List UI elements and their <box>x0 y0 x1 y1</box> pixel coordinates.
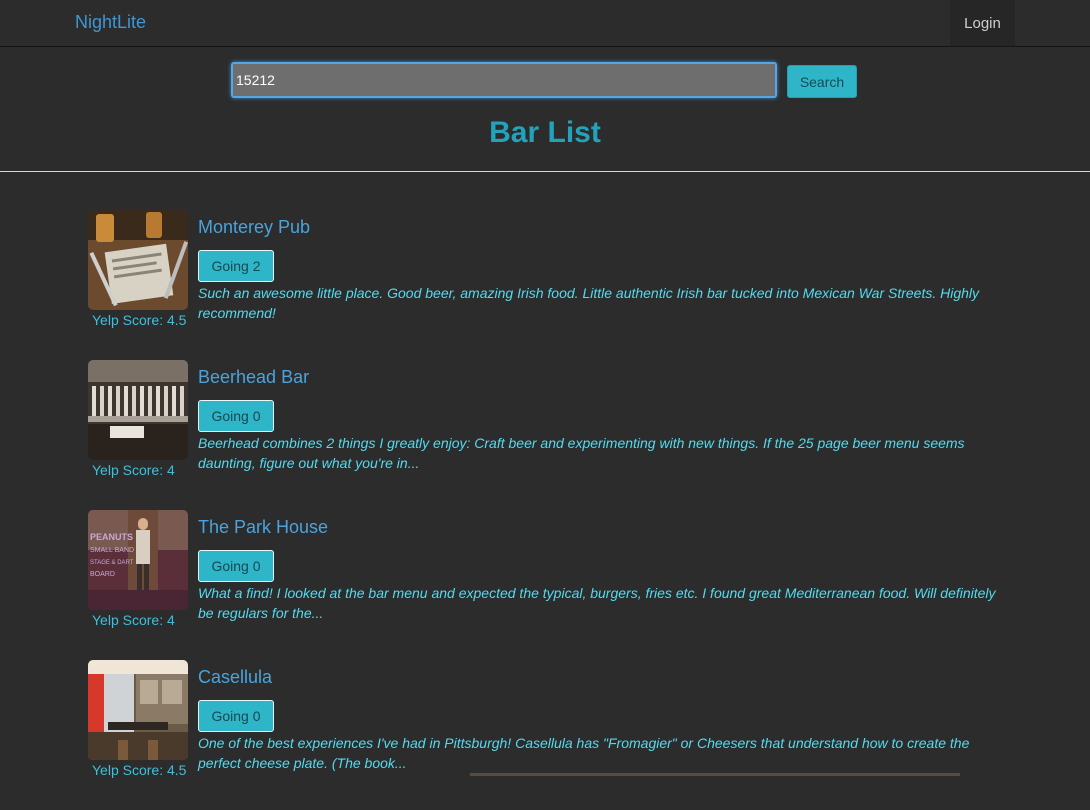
yelp-score: Yelp Score: 4 <box>92 612 175 628</box>
bar-description: One of the best experiences I've had in … <box>198 735 970 771</box>
bar-photo <box>88 660 188 760</box>
going-button[interactable]: Going 0 <box>198 550 274 582</box>
divider <box>0 171 1090 172</box>
bar-photo <box>88 360 188 460</box>
bar-list-item: PEANUTS SMALL BAND STAGE & DART BOARD Ye… <box>88 510 1018 660</box>
bar-name-link[interactable]: Monterey Pub <box>198 217 310 238</box>
going-button[interactable]: Going 0 <box>198 400 274 432</box>
photo-text-line: PEANUTS <box>90 532 133 542</box>
photo-text-line: BOARD <box>90 571 115 578</box>
bar-description: Such an awesome little place. Good beer,… <box>198 285 980 321</box>
photo-text-line: STAGE & DART <box>90 560 134 566</box>
going-button[interactable]: Going 0 <box>198 700 274 732</box>
bar-list-item: Yelp Score: 4.5 Monterey Pub Going 2 Suc… <box>88 210 1018 360</box>
bar-description: Beerhead combines 2 things I greatly enj… <box>198 435 965 471</box>
bar-name-link[interactable]: Casellula <box>198 667 272 688</box>
page-title: Bar List <box>489 116 601 149</box>
bar-description: What a find! I looked at the bar menu an… <box>198 585 996 621</box>
bar-list-item: Yelp Score: 4 Beerhead Bar Going 0 Beerh… <box>88 360 1018 510</box>
navbar: NightLite Login <box>0 0 1090 47</box>
search-input[interactable] <box>231 62 777 98</box>
yelp-score: Yelp Score: 4.5 <box>92 312 187 328</box>
bar-photo <box>88 210 188 310</box>
bar-photo: PEANUTS SMALL BAND STAGE & DART BOARD <box>88 510 188 610</box>
bar-list-item: Yelp Score: 4.5 Casellula Going 0 One of… <box>88 660 1018 810</box>
bar-name-link[interactable]: Beerhead Bar <box>198 367 309 388</box>
photo-text-line: SMALL BAND <box>90 547 134 554</box>
brand-link[interactable]: NightLite <box>75 12 146 33</box>
login-link[interactable]: Login <box>950 0 1015 46</box>
yelp-score: Yelp Score: 4 <box>92 462 175 478</box>
bar-name-link[interactable]: The Park House <box>198 517 328 538</box>
search-button[interactable]: Search <box>787 65 857 98</box>
going-button[interactable]: Going 2 <box>198 250 274 282</box>
